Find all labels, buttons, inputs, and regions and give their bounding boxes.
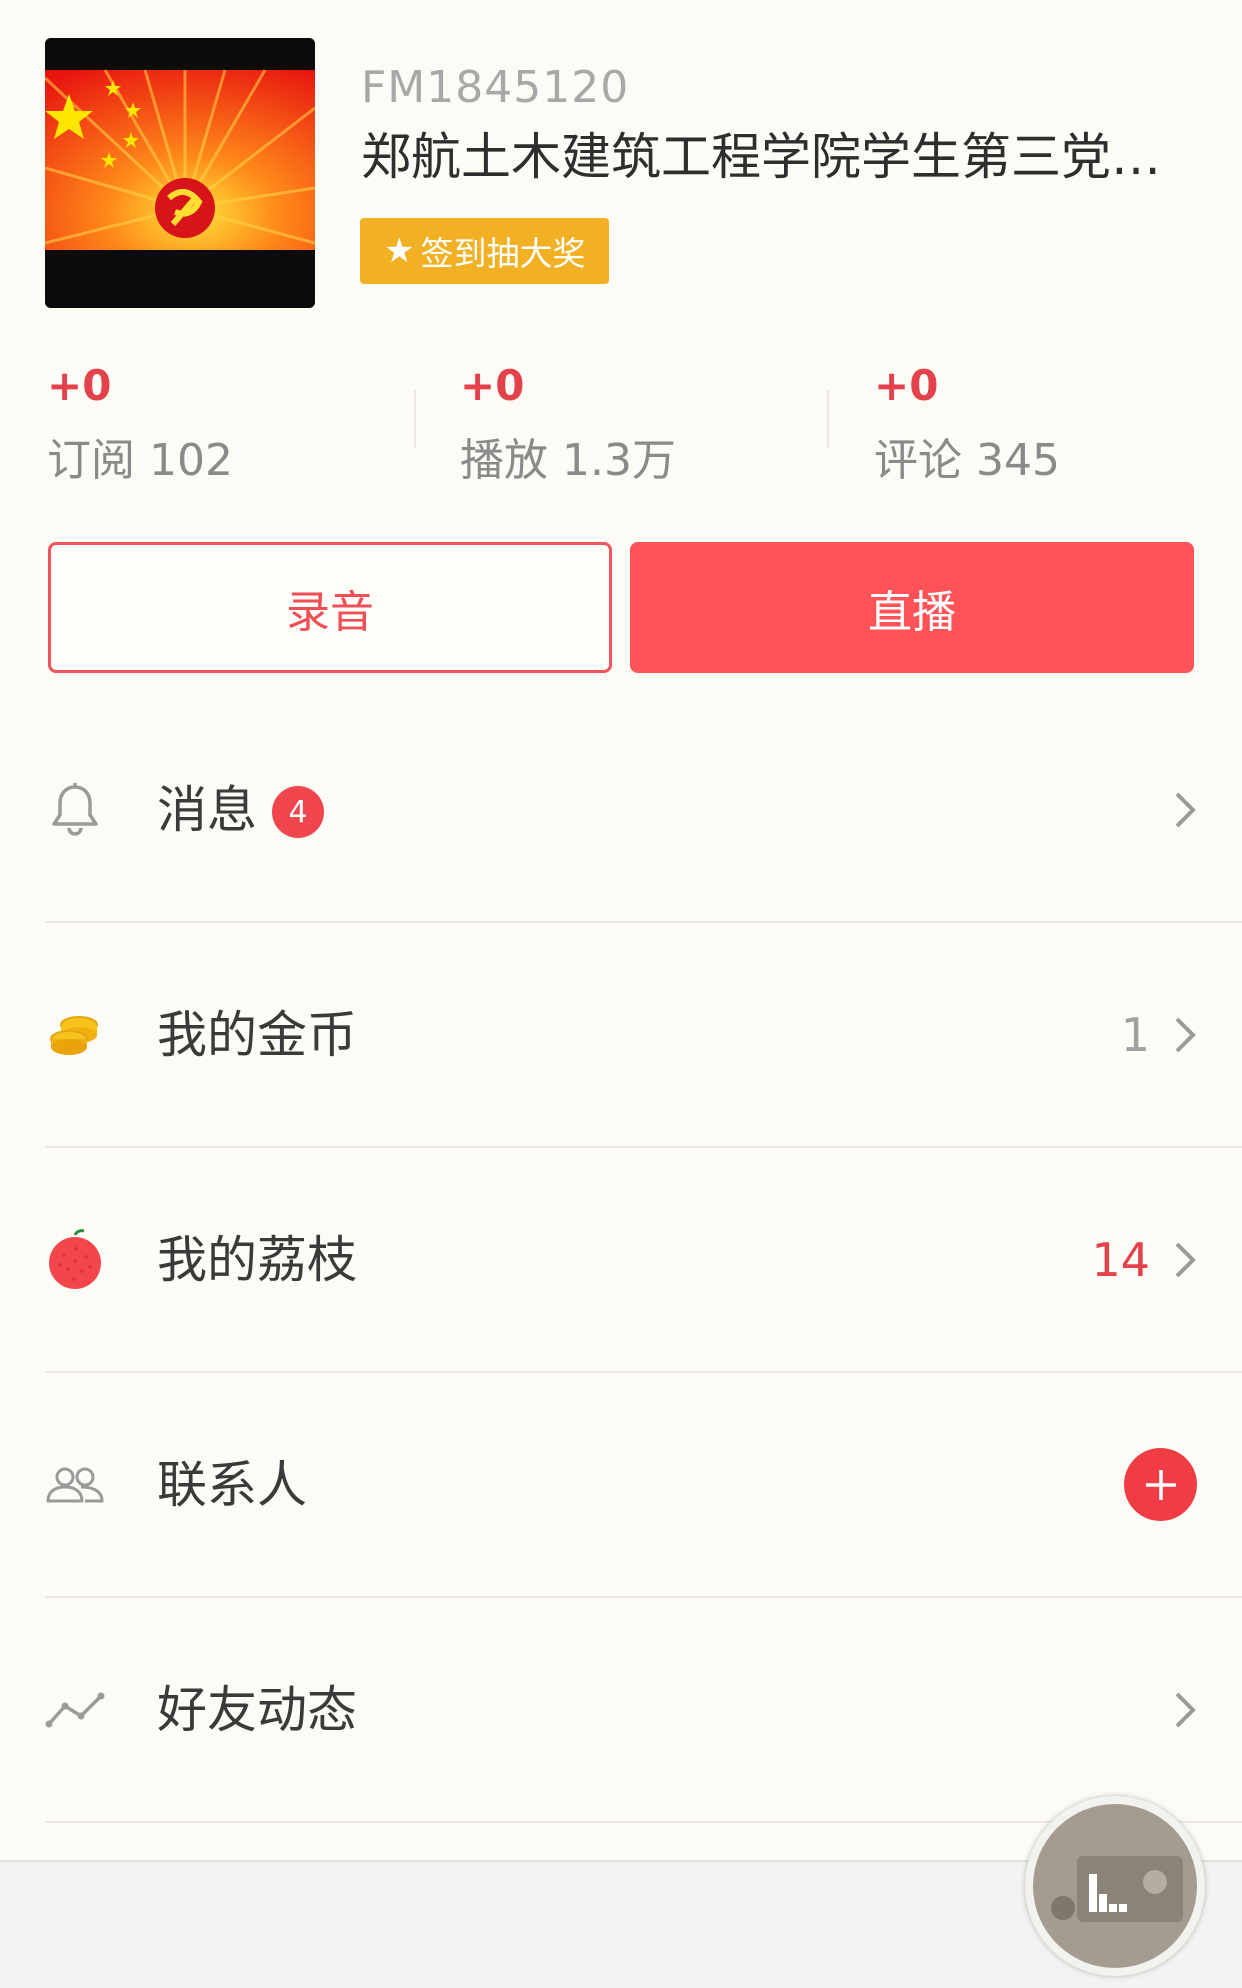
stat-divider xyxy=(414,390,416,448)
checkin-lottery-button[interactable]: ★ 签到抽大奖 xyxy=(360,218,610,284)
stat-label: 评论 xyxy=(874,435,962,486)
chevron-right-icon xyxy=(1175,1242,1196,1278)
chevron-right-icon xyxy=(1175,1017,1196,1053)
chevron-right-icon xyxy=(1175,1692,1196,1728)
fm-id: FM1845120 xyxy=(361,62,630,113)
menu-label: 我的荔枝 xyxy=(157,1231,357,1289)
stat-delta: +0 xyxy=(874,361,939,410)
bell-icon xyxy=(45,780,105,840)
contacts-icon xyxy=(45,1455,105,1515)
activity-icon xyxy=(45,1680,105,1740)
stat-value: 102 xyxy=(149,435,233,486)
channel-cover-image[interactable] xyxy=(45,38,315,308)
stat-delta: +0 xyxy=(47,361,112,410)
lychee-count: 14 xyxy=(1091,1233,1150,1287)
stat-plays[interactable]: +0 播放 1.3万 xyxy=(460,365,840,483)
star-icon: ★ xyxy=(384,231,415,271)
radio-player-icon xyxy=(1033,1804,1197,1968)
stat-subscriptions[interactable]: +0 订阅 102 xyxy=(47,365,427,483)
stat-divider xyxy=(827,390,829,448)
menu-item-messages[interactable]: 消息 4 xyxy=(0,698,1242,923)
stat-label: 订阅 xyxy=(47,435,135,486)
live-button[interactable]: 直播 xyxy=(630,542,1194,673)
chevron-right-icon xyxy=(1175,792,1196,828)
stat-comments[interactable]: +0 评论 345 xyxy=(874,365,1242,483)
menu-item-contacts[interactable]: 联系人 xyxy=(0,1373,1242,1598)
coin-count: 1 xyxy=(1120,1008,1150,1062)
menu-label: 我的金币 xyxy=(157,1006,357,1064)
channel-name: 郑航土木建筑工程学院学生第三党… xyxy=(361,130,1161,185)
menu-list: 消息 4 我的金币 1 我的荔枝 14 联系人 好友动态 xyxy=(0,698,1242,1823)
menu-label: 联系人 xyxy=(157,1456,307,1514)
plus-icon xyxy=(1145,1469,1176,1500)
unread-badge: 4 xyxy=(272,786,324,838)
coins-icon xyxy=(45,1005,105,1065)
add-contact-button[interactable] xyxy=(1124,1448,1197,1521)
record-button[interactable]: 录音 xyxy=(48,542,612,673)
menu-item-my-coins[interactable]: 我的金币 1 xyxy=(0,923,1242,1148)
menu-item-my-lychee[interactable]: 我的荔枝 14 xyxy=(0,1148,1242,1373)
menu-label: 好友动态 xyxy=(157,1681,357,1739)
lychee-icon xyxy=(45,1229,105,1290)
menu-label: 消息 xyxy=(157,781,257,839)
menu-item-friend-activity[interactable]: 好友动态 xyxy=(0,1598,1242,1823)
checkin-label: 签到抽大奖 xyxy=(420,234,586,273)
stat-value: 1.3万 xyxy=(562,435,676,486)
stat-value: 345 xyxy=(976,435,1060,486)
mini-player-button[interactable] xyxy=(1025,1796,1205,1976)
stat-label: 播放 xyxy=(460,435,548,486)
stat-delta: +0 xyxy=(460,361,525,410)
